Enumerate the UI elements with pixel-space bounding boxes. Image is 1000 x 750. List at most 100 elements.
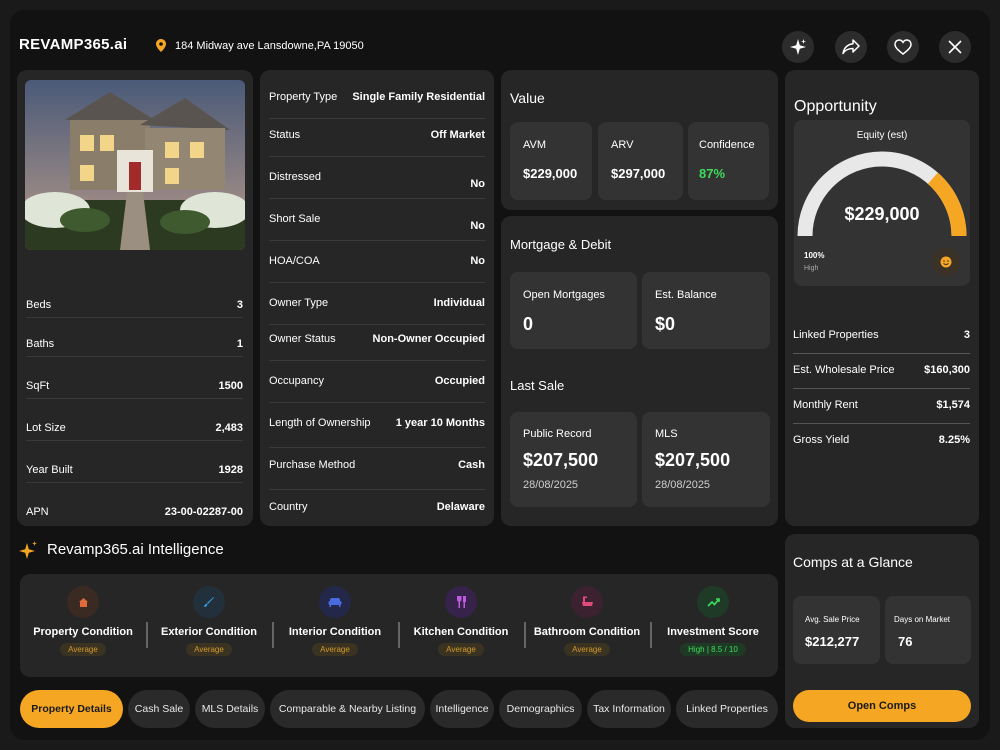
opportunity-row: Gross Yield 8.25% [793, 434, 970, 446]
fact-label: APN [26, 506, 49, 518]
confidence-card: Confidence 87% [688, 122, 769, 200]
avg-sale-price-label: Avg. Sale Price [805, 615, 860, 624]
public-record-label: Public Record [523, 428, 592, 440]
intelligence-item[interactable]: Interior Condition Average [272, 586, 398, 657]
detail-row: Country Delaware [269, 501, 485, 521]
opportunity-label: Linked Properties [793, 329, 879, 341]
close-icon [948, 40, 962, 54]
divider [269, 282, 485, 283]
detail-label: Country [269, 501, 308, 513]
equity-gauge-card: Equity (est) $229,000 100% High [794, 120, 970, 286]
intelligence-item-badge: High | 8.5 / 10 [680, 643, 746, 656]
fact-row: Baths 1 [26, 338, 243, 350]
detail-row: Purchase Method Cash [269, 459, 485, 479]
opportunity-value: 8.25% [938, 434, 970, 446]
last-sale-title: Last Sale [510, 378, 565, 393]
fact-label: Baths [26, 338, 55, 350]
opportunity-row: Linked Properties 3 [793, 329, 970, 341]
intelligence-item-badge: Average [60, 643, 106, 656]
sparkle-icon [790, 39, 806, 55]
smiley-icon [932, 248, 960, 276]
bathtub-icon [571, 586, 603, 618]
property-facts-panel: Beds 3 Baths 1 SqFt 1500 Lot Size 2,483 Year Bui… [17, 70, 253, 526]
fact-label: SqFt [26, 380, 50, 392]
opportunity-label: Monthly Rent [793, 399, 858, 411]
intelligence-item-label: Exterior Condition [161, 626, 257, 638]
comps-panel: Comps at a Glance Avg. Sale Price $212,2… [785, 534, 979, 728]
detail-row: Length of Ownership 1 year 10 Months [269, 417, 485, 437]
gauge-level: High [804, 265, 819, 272]
comps-title: Comps at a Glance [793, 554, 913, 570]
fact-value: 1928 [218, 464, 243, 476]
property-photo [25, 80, 245, 250]
intelligence-item[interactable]: Kitchen Condition Average [398, 586, 524, 657]
divider [26, 317, 243, 318]
detail-label: Owner Status [269, 333, 336, 345]
app-window: REVAMP365.ai 184 Midway ave Lansdowne,PA… [10, 10, 990, 740]
detail-label: Length of Ownership [269, 417, 371, 429]
confidence-value: 87% [699, 166, 726, 181]
mls-label: MLS [655, 428, 678, 440]
favorite-button[interactable] [887, 31, 919, 63]
days-on-market-value: 76 [898, 634, 913, 649]
detail-value: No [470, 255, 485, 267]
fact-value: 23-00-02287-00 [164, 506, 243, 518]
intelligence-item[interactable]: Exterior Condition Average [146, 586, 272, 657]
intelligence-item-badge: Average [564, 643, 610, 656]
public-record-card: Public Record $207,500 28/08/2025 [510, 412, 637, 507]
tab-tax-information[interactable]: Tax Information [587, 690, 671, 728]
est-balance-value: $0 [655, 314, 676, 334]
arv-label: ARV [611, 139, 634, 151]
opportunity-value: $160,300 [924, 364, 970, 376]
detail-row: Occupancy Occupied [269, 375, 485, 395]
detail-row: Distressed No [269, 171, 485, 191]
location-pin-icon [156, 39, 166, 57]
intelligence-item[interactable]: Bathroom Condition Average [524, 586, 650, 657]
opportunity-label: Gross Yield [793, 434, 850, 446]
tab-mls-details[interactable]: MLS Details [195, 690, 265, 728]
divider [26, 440, 243, 441]
avg-sale-price-card: Avg. Sale Price $212,277 [793, 596, 880, 664]
fact-value: 1500 [218, 380, 243, 392]
share-button[interactable] [835, 31, 867, 63]
detail-row: Owner Status Non-Owner Occupied [269, 333, 485, 353]
sofa-icon [319, 586, 351, 618]
intelligence-item-label: Kitchen Condition [413, 626, 509, 638]
fact-label: Year Built [26, 464, 73, 476]
share-icon [842, 39, 860, 55]
detail-label: Purchase Method [269, 459, 356, 471]
detail-row: HOA/COA No [269, 255, 485, 275]
detail-value: Off Market [430, 129, 485, 141]
intelligence-title: Revamp365.ai Intelligence [47, 541, 224, 558]
mls-date: 28/08/2025 [655, 479, 711, 491]
tab-comparable-nearby-listing[interactable]: Comparable & Nearby Listing [270, 690, 425, 728]
open-mortgages-label: Open Mortgages [523, 289, 605, 301]
detail-row: Short Sale No [269, 213, 485, 233]
open-comps-button[interactable]: Open Comps [793, 690, 971, 722]
address: 184 Midway ave Lansdowne,PA 19050 [175, 40, 364, 52]
intelligence-item[interactable]: Investment Score High | 8.5 / 10 [650, 586, 776, 657]
tab-demographics[interactable]: Demographics [499, 690, 582, 728]
avm-label: AVM [523, 139, 547, 151]
tab-property-details[interactable]: Property Details [20, 690, 123, 728]
value-panel: Value AVM $229,000 ARV $297,000 Confiden… [501, 70, 778, 210]
ai-sparkle-button[interactable] [782, 31, 814, 63]
fact-label: Beds [26, 299, 52, 311]
tab-linked-properties[interactable]: Linked Properties [676, 690, 778, 728]
divider [269, 324, 485, 325]
fact-row: Lot Size 2,483 [26, 422, 243, 434]
intelligence-item-badge: Average [438, 643, 484, 656]
tab-intelligence[interactable]: Intelligence [430, 690, 494, 728]
tab-cash-sale[interactable]: Cash Sale [128, 690, 190, 728]
fact-value: 2,483 [215, 422, 243, 434]
fact-row: Beds 3 [26, 299, 243, 311]
intelligence-item-badge: Average [312, 643, 358, 656]
detail-row: Status Off Market [269, 129, 485, 149]
detail-value: Cash [458, 459, 485, 471]
detail-value: No [470, 220, 485, 232]
mls-price: $207,500 [655, 450, 731, 470]
divider [269, 447, 485, 448]
intelligence-item[interactable]: Property Condition Average [20, 586, 146, 657]
close-button[interactable] [939, 31, 971, 63]
fact-value: 1 [236, 338, 243, 350]
